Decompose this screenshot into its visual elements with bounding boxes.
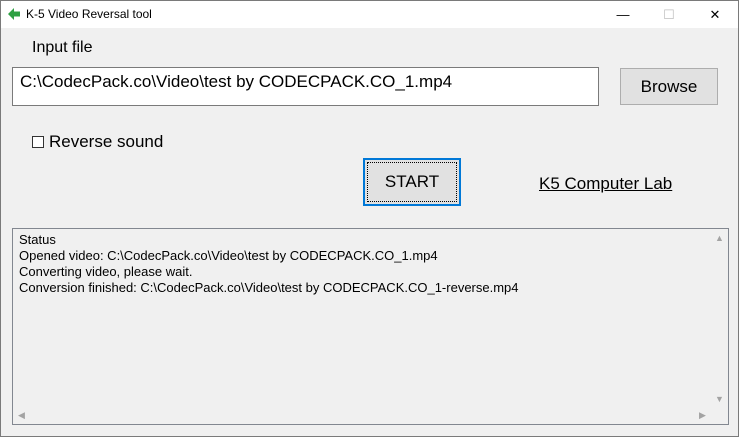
green-back-arrow-icon [8,8,20,20]
reverse-sound-option[interactable]: Reverse sound [32,132,163,152]
close-button[interactable]: ✕ [692,1,738,28]
status-lines: Status Opened video: C:\CodecPack.co\Vid… [19,232,519,296]
scroll-right-arrow-icon[interactable]: ▶ [694,407,711,424]
reverse-sound-checkbox[interactable] [32,136,44,148]
maximize-button[interactable]: ☐ [646,1,692,28]
status-line: Converting video, please wait. [19,264,193,279]
scroll-down-arrow-icon[interactable]: ▼ [711,390,728,407]
maximize-icon: ☐ [663,6,675,22]
status-line: Opened video: C:\CodecPack.co\Video\test… [19,248,438,263]
scroll-left-arrow-icon[interactable]: ◀ [13,407,30,424]
start-button[interactable]: START [363,158,461,206]
input-file-field[interactable]: C:\CodecPack.co\Video\test by CODECPACK.… [12,67,599,106]
scrollbar-corner [711,407,728,424]
app-window: K-5 Video Reversal tool — ☐ ✕ Input file… [0,0,739,437]
scroll-up-arrow-icon[interactable]: ▲ [711,229,728,246]
status-line: Conversion finished: C:\CodecPack.co\Vid… [19,280,519,295]
minimize-button[interactable]: — [600,1,646,28]
title-bar[interactable]: K-5 Video Reversal tool — ☐ ✕ [1,1,738,28]
status-heading: Status [19,232,56,247]
k5-computer-lab-link[interactable]: K5 Computer Lab [539,174,672,194]
horizontal-scrollbar[interactable]: ◀ ▶ [13,407,711,424]
window-title: K-5 Video Reversal tool [26,7,152,21]
input-file-label: Input file [32,39,93,56]
reverse-sound-label[interactable]: Reverse sound [49,132,163,152]
browse-button[interactable]: Browse [620,68,718,105]
close-icon: ✕ [709,6,721,22]
vertical-scrollbar[interactable]: ▲ ▼ [711,229,728,407]
minimize-icon: — [616,7,630,22]
status-log[interactable]: Status Opened video: C:\CodecPack.co\Vid… [12,228,729,425]
